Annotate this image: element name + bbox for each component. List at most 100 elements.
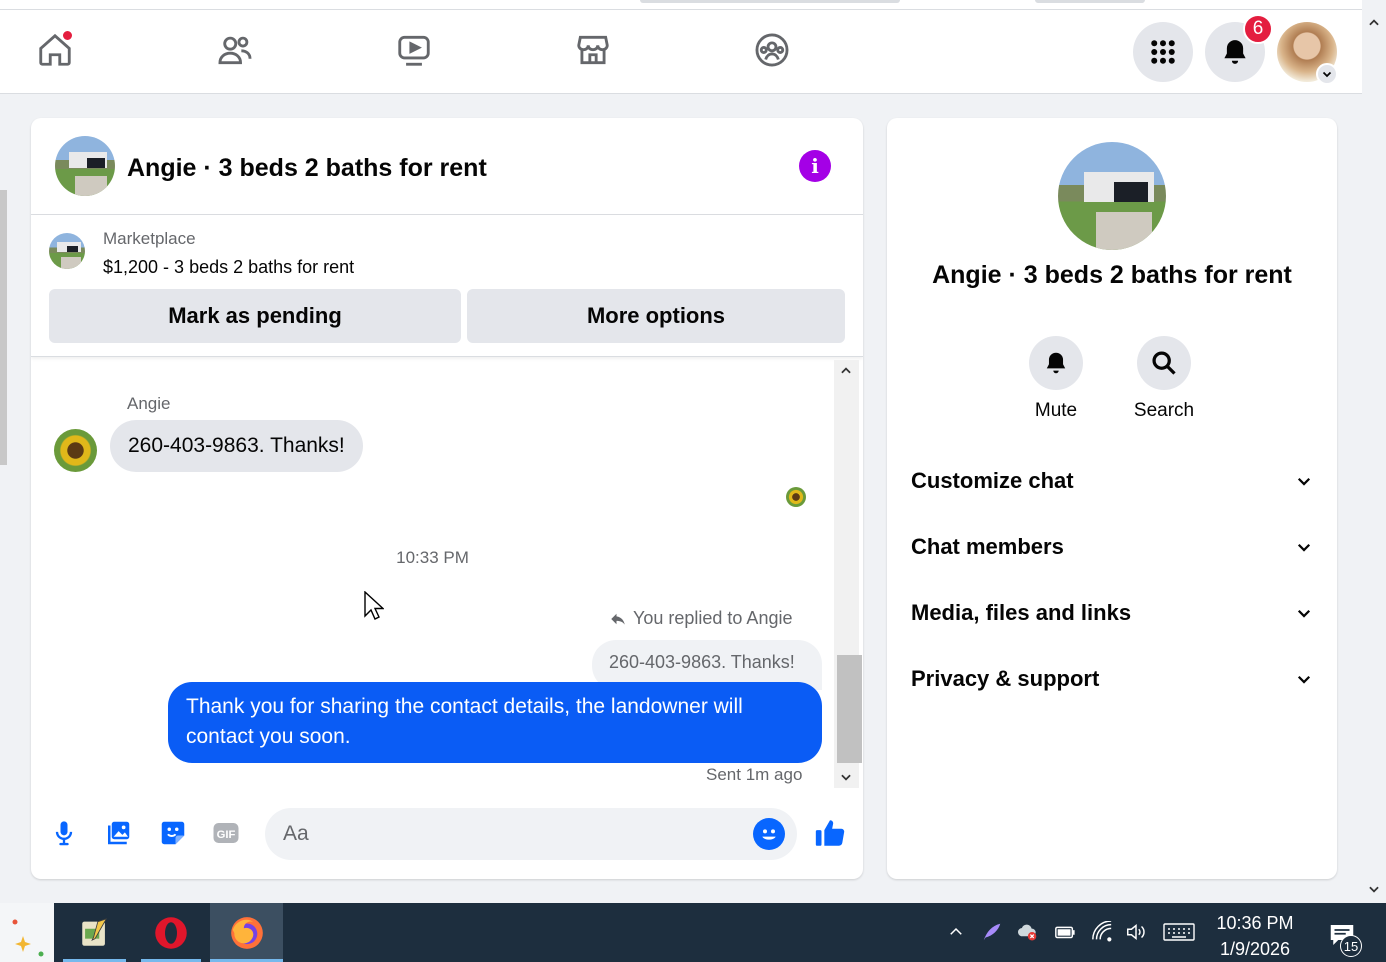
groups-icon: [755, 33, 789, 67]
tray-onedrive[interactable]: [1016, 921, 1038, 943]
account-menu-caret[interactable]: [1316, 63, 1338, 85]
taskbar-app-editor[interactable]: [63, 903, 126, 962]
mark-as-pending-button[interactable]: Mark as pending: [49, 289, 461, 343]
section-label: Media, files and links: [911, 600, 1132, 625]
marketplace-label: Marketplace: [103, 229, 196, 248]
sticker-button[interactable]: [158, 818, 188, 848]
attach-photo-button[interactable]: [103, 818, 133, 848]
message-input[interactable]: Aa: [265, 808, 797, 860]
media-files-links-section[interactable]: Media, files and links: [911, 593, 1313, 633]
scroll-up-arrow-icon[interactable]: [839, 364, 853, 378]
message-timestamp: 10:33 PM: [396, 548, 469, 567]
chat-members-section[interactable]: Chat members: [911, 527, 1313, 567]
listing-avatar[interactable]: [55, 136, 115, 196]
clock-time: 10:36 PM: [1216, 913, 1294, 933]
reply-note: You replied to Angie: [609, 608, 792, 629]
sparkle-icon: [12, 919, 44, 956]
tray-battery[interactable]: [1054, 921, 1076, 943]
notepad-app-icon: [81, 917, 107, 946]
marketplace-icon: [577, 35, 609, 65]
clock-date: 1/9/2026: [1219, 939, 1291, 959]
photo-icon: [108, 821, 130, 845]
scroll-down-arrow-icon[interactable]: [839, 770, 853, 784]
taskbar-app-firefox[interactable]: [210, 903, 283, 962]
browser-tab-edge[interactable]: [1035, 0, 1145, 3]
microphone-icon: [55, 821, 73, 846]
message-composer: GIF Aa: [31, 808, 863, 879]
taskbar-app-opera[interactable]: [141, 903, 201, 962]
chevron-up-icon: [950, 927, 962, 935]
grid-menu-icon: [1151, 40, 1175, 64]
friends-icon: [218, 36, 252, 65]
scrollbar-thumb[interactable]: [837, 655, 862, 763]
mouse-cursor-icon: [364, 591, 384, 620]
section-label: Customize chat: [911, 468, 1074, 493]
system-clock[interactable]: 10:36 PM 1/9/2026: [1206, 910, 1304, 962]
menu-button[interactable]: [1133, 22, 1193, 82]
unread-dot: [62, 30, 73, 41]
friends-nav-button[interactable]: [215, 30, 255, 70]
chat-title[interactable]: Angie · 3 beds 2 baths for rent: [127, 154, 487, 183]
groups-nav-button[interactable]: [752, 30, 792, 70]
mute-button[interactable]: Mute: [1016, 336, 1096, 422]
listing-thumbnail[interactable]: [49, 233, 85, 269]
reply-arrow-icon: [611, 613, 625, 625]
privacy-support-section[interactable]: Privacy & support: [911, 659, 1313, 699]
search-label: Search: [1133, 400, 1195, 421]
message-scrollbar[interactable]: [834, 360, 862, 788]
browser-tab-edge[interactable]: [640, 0, 900, 3]
listing-price-title[interactable]: $1,200 - 3 beds 2 baths for rent: [103, 257, 354, 278]
seen-receipt-avatar: [786, 487, 806, 507]
tray-wifi[interactable]: [1091, 921, 1113, 943]
panel-title: Angie · 3 beds 2 baths for rent: [932, 261, 1292, 289]
watch-nav-button[interactable]: [394, 30, 434, 70]
os-taskbar: 10:36 PM 1/9/2026 15: [0, 903, 1386, 962]
show-hidden-icons-button[interactable]: [945, 921, 967, 943]
search-icon: [1152, 351, 1176, 375]
page-scrollbar[interactable]: [1362, 10, 1386, 902]
home-nav-button[interactable]: [35, 30, 75, 70]
search-button[interactable]: Search: [1124, 336, 1204, 422]
chevron-down-icon: [1297, 477, 1311, 486]
outgoing-message[interactable]: Thank you for sharing the contact detail…: [168, 682, 822, 763]
battery-icon: [1055, 926, 1075, 939]
top-navigation-bar: 6: [0, 10, 1362, 94]
notifications-button[interactable]: 6: [1205, 14, 1273, 82]
more-options-button[interactable]: More options: [467, 289, 845, 343]
scroll-down-arrow-icon[interactable]: [1367, 882, 1381, 896]
chevron-down-icon: [1322, 71, 1332, 78]
sticker-icon: [161, 821, 185, 845]
marketplace-listing-section: Marketplace $1,200 - 3 beds 2 baths for …: [31, 215, 863, 357]
customize-chat-section[interactable]: Customize chat: [911, 461, 1313, 501]
scroll-up-arrow-icon[interactable]: [1367, 16, 1381, 30]
gif-button[interactable]: GIF: [211, 818, 241, 848]
chat-window: Angie · 3 beds 2 baths for rent i Market…: [31, 118, 863, 879]
voice-clip-button[interactable]: [49, 818, 79, 848]
sender-name: Angie: [127, 394, 171, 413]
message-thread[interactable]: Angie 260-403-9863. Thanks! 10:33 PM You…: [31, 358, 863, 788]
info-icon[interactable]: i: [799, 150, 831, 182]
keyboard-icon: [1163, 923, 1195, 941]
notification-count-badge: 15: [1340, 935, 1362, 957]
conversation-info-panel: Angie · 3 beds 2 baths for rent Mute Sea…: [887, 118, 1337, 879]
bell-icon: [1046, 352, 1066, 374]
emoji-icon: [762, 829, 776, 840]
like-send-button[interactable]: [813, 816, 847, 850]
sender-avatar[interactable]: [54, 429, 97, 472]
cloud-error-icon: [1017, 924, 1037, 941]
start-button[interactable]: [0, 903, 54, 962]
emoji-button[interactable]: [753, 818, 785, 850]
mute-label: Mute: [1034, 400, 1078, 421]
opera-browser-icon: [155, 916, 187, 949]
tray-volume[interactable]: [1125, 921, 1147, 943]
marketplace-nav-button[interactable]: [573, 30, 613, 70]
left-scroll-sliver: [0, 190, 7, 465]
tray-touch-keyboard[interactable]: [1162, 921, 1196, 943]
action-center-button[interactable]: 15: [1322, 915, 1362, 957]
notification-count-badge: 6: [1243, 14, 1273, 44]
chevron-down-icon: [1297, 609, 1311, 618]
tray-pen-app[interactable]: [981, 921, 1003, 943]
panel-listing-avatar[interactable]: [1058, 142, 1166, 250]
thumbs-up-icon: [815, 820, 845, 846]
incoming-message[interactable]: 260-403-9863. Thanks!: [110, 420, 363, 472]
